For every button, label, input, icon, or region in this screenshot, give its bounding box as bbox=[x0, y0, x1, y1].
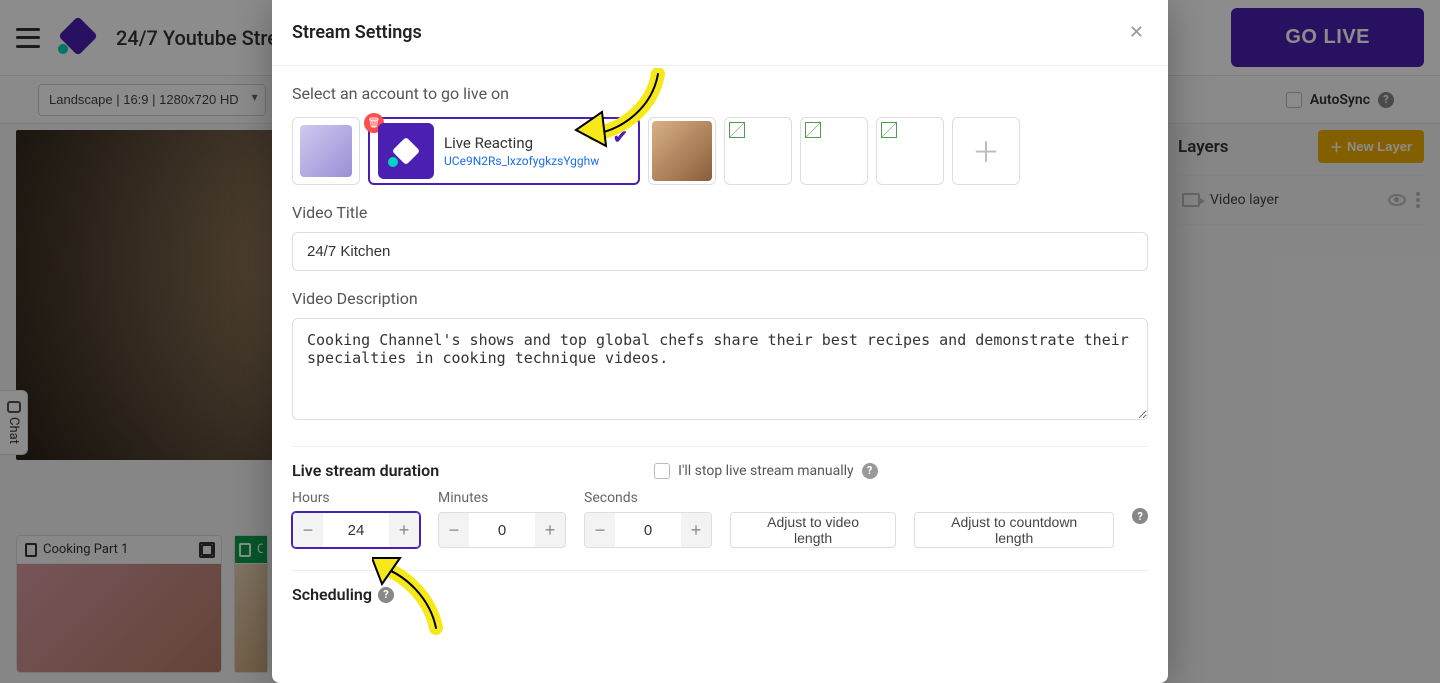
seconds-increment-button[interactable]: + bbox=[681, 513, 711, 547]
account-thumbnail bbox=[300, 125, 352, 177]
adjust-to-video-button[interactable]: Adjust to video length bbox=[730, 512, 896, 548]
account-option[interactable] bbox=[876, 117, 944, 185]
account-thumbnail bbox=[652, 121, 712, 181]
adjust-to-countdown-button[interactable]: Adjust to countdown length bbox=[914, 512, 1114, 548]
minutes-stepper: − + bbox=[438, 512, 566, 548]
check-icon: ✔ bbox=[613, 127, 628, 148]
account-option[interactable] bbox=[800, 117, 868, 185]
account-select-label: Select an account to go live on bbox=[292, 84, 1148, 103]
seconds-stepper: − + bbox=[584, 512, 712, 548]
stream-settings-modal: Stream Settings ✕ Select an account to g… bbox=[272, 0, 1168, 683]
scheduling-section-label: Scheduling ? bbox=[292, 585, 1148, 604]
accounts-row: 🗑 Live Reacting UCe9N2Rs_lxzofygkzsYgghw… bbox=[292, 117, 1148, 185]
account-option[interactable] bbox=[292, 117, 360, 185]
hours-input[interactable] bbox=[323, 513, 389, 547]
video-title-input[interactable] bbox=[292, 232, 1148, 271]
video-title-label: Video Title bbox=[292, 203, 1148, 222]
help-icon[interactable]: ? bbox=[862, 463, 878, 479]
account-logo-icon bbox=[378, 123, 434, 179]
seconds-decrement-button[interactable]: − bbox=[585, 513, 615, 547]
add-account-button[interactable]: ＋ bbox=[952, 117, 1020, 185]
broken-image-icon bbox=[729, 122, 745, 138]
duration-section-label: Live stream duration bbox=[292, 461, 439, 480]
video-description-label: Video Description bbox=[292, 289, 1148, 308]
minutes-increment-button[interactable]: + bbox=[535, 513, 565, 547]
help-icon[interactable]: ? bbox=[378, 587, 394, 603]
account-channel-id[interactable]: UCe9N2Rs_lxzofygkzsYgghw bbox=[444, 154, 599, 168]
modal-body: Select an account to go live on 🗑 Live R… bbox=[272, 66, 1168, 683]
modal-title: Stream Settings bbox=[292, 22, 422, 43]
seconds-label: Seconds bbox=[584, 490, 712, 506]
video-description-textarea[interactable] bbox=[292, 318, 1148, 420]
divider bbox=[292, 446, 1148, 447]
divider bbox=[292, 570, 1148, 571]
help-icon[interactable]: ? bbox=[1132, 508, 1148, 524]
account-name: Live Reacting bbox=[444, 134, 599, 152]
minutes-input[interactable] bbox=[469, 513, 535, 547]
duration-row: Hours − + Minutes − + Seconds − bbox=[292, 490, 1148, 548]
minutes-label: Minutes bbox=[438, 490, 566, 506]
broken-image-icon bbox=[805, 122, 821, 138]
close-icon[interactable]: ✕ bbox=[1125, 18, 1148, 47]
account-option[interactable] bbox=[724, 117, 792, 185]
manual-stop-label: I'll stop live stream manually bbox=[678, 463, 854, 479]
hours-increment-button[interactable]: + bbox=[389, 513, 419, 547]
modal-header: Stream Settings ✕ bbox=[272, 0, 1168, 66]
seconds-input[interactable] bbox=[615, 513, 681, 547]
manual-stop-checkbox[interactable] bbox=[654, 463, 670, 479]
hours-label: Hours bbox=[292, 490, 420, 506]
hours-stepper: − + bbox=[292, 512, 420, 548]
account-option[interactable] bbox=[648, 117, 716, 185]
hours-decrement-button[interactable]: − bbox=[293, 513, 323, 547]
account-option-active[interactable]: 🗑 Live Reacting UCe9N2Rs_lxzofygkzsYgghw… bbox=[368, 117, 640, 185]
broken-image-icon bbox=[881, 122, 897, 138]
plus-icon: ＋ bbox=[972, 131, 1000, 171]
minutes-decrement-button[interactable]: − bbox=[439, 513, 469, 547]
